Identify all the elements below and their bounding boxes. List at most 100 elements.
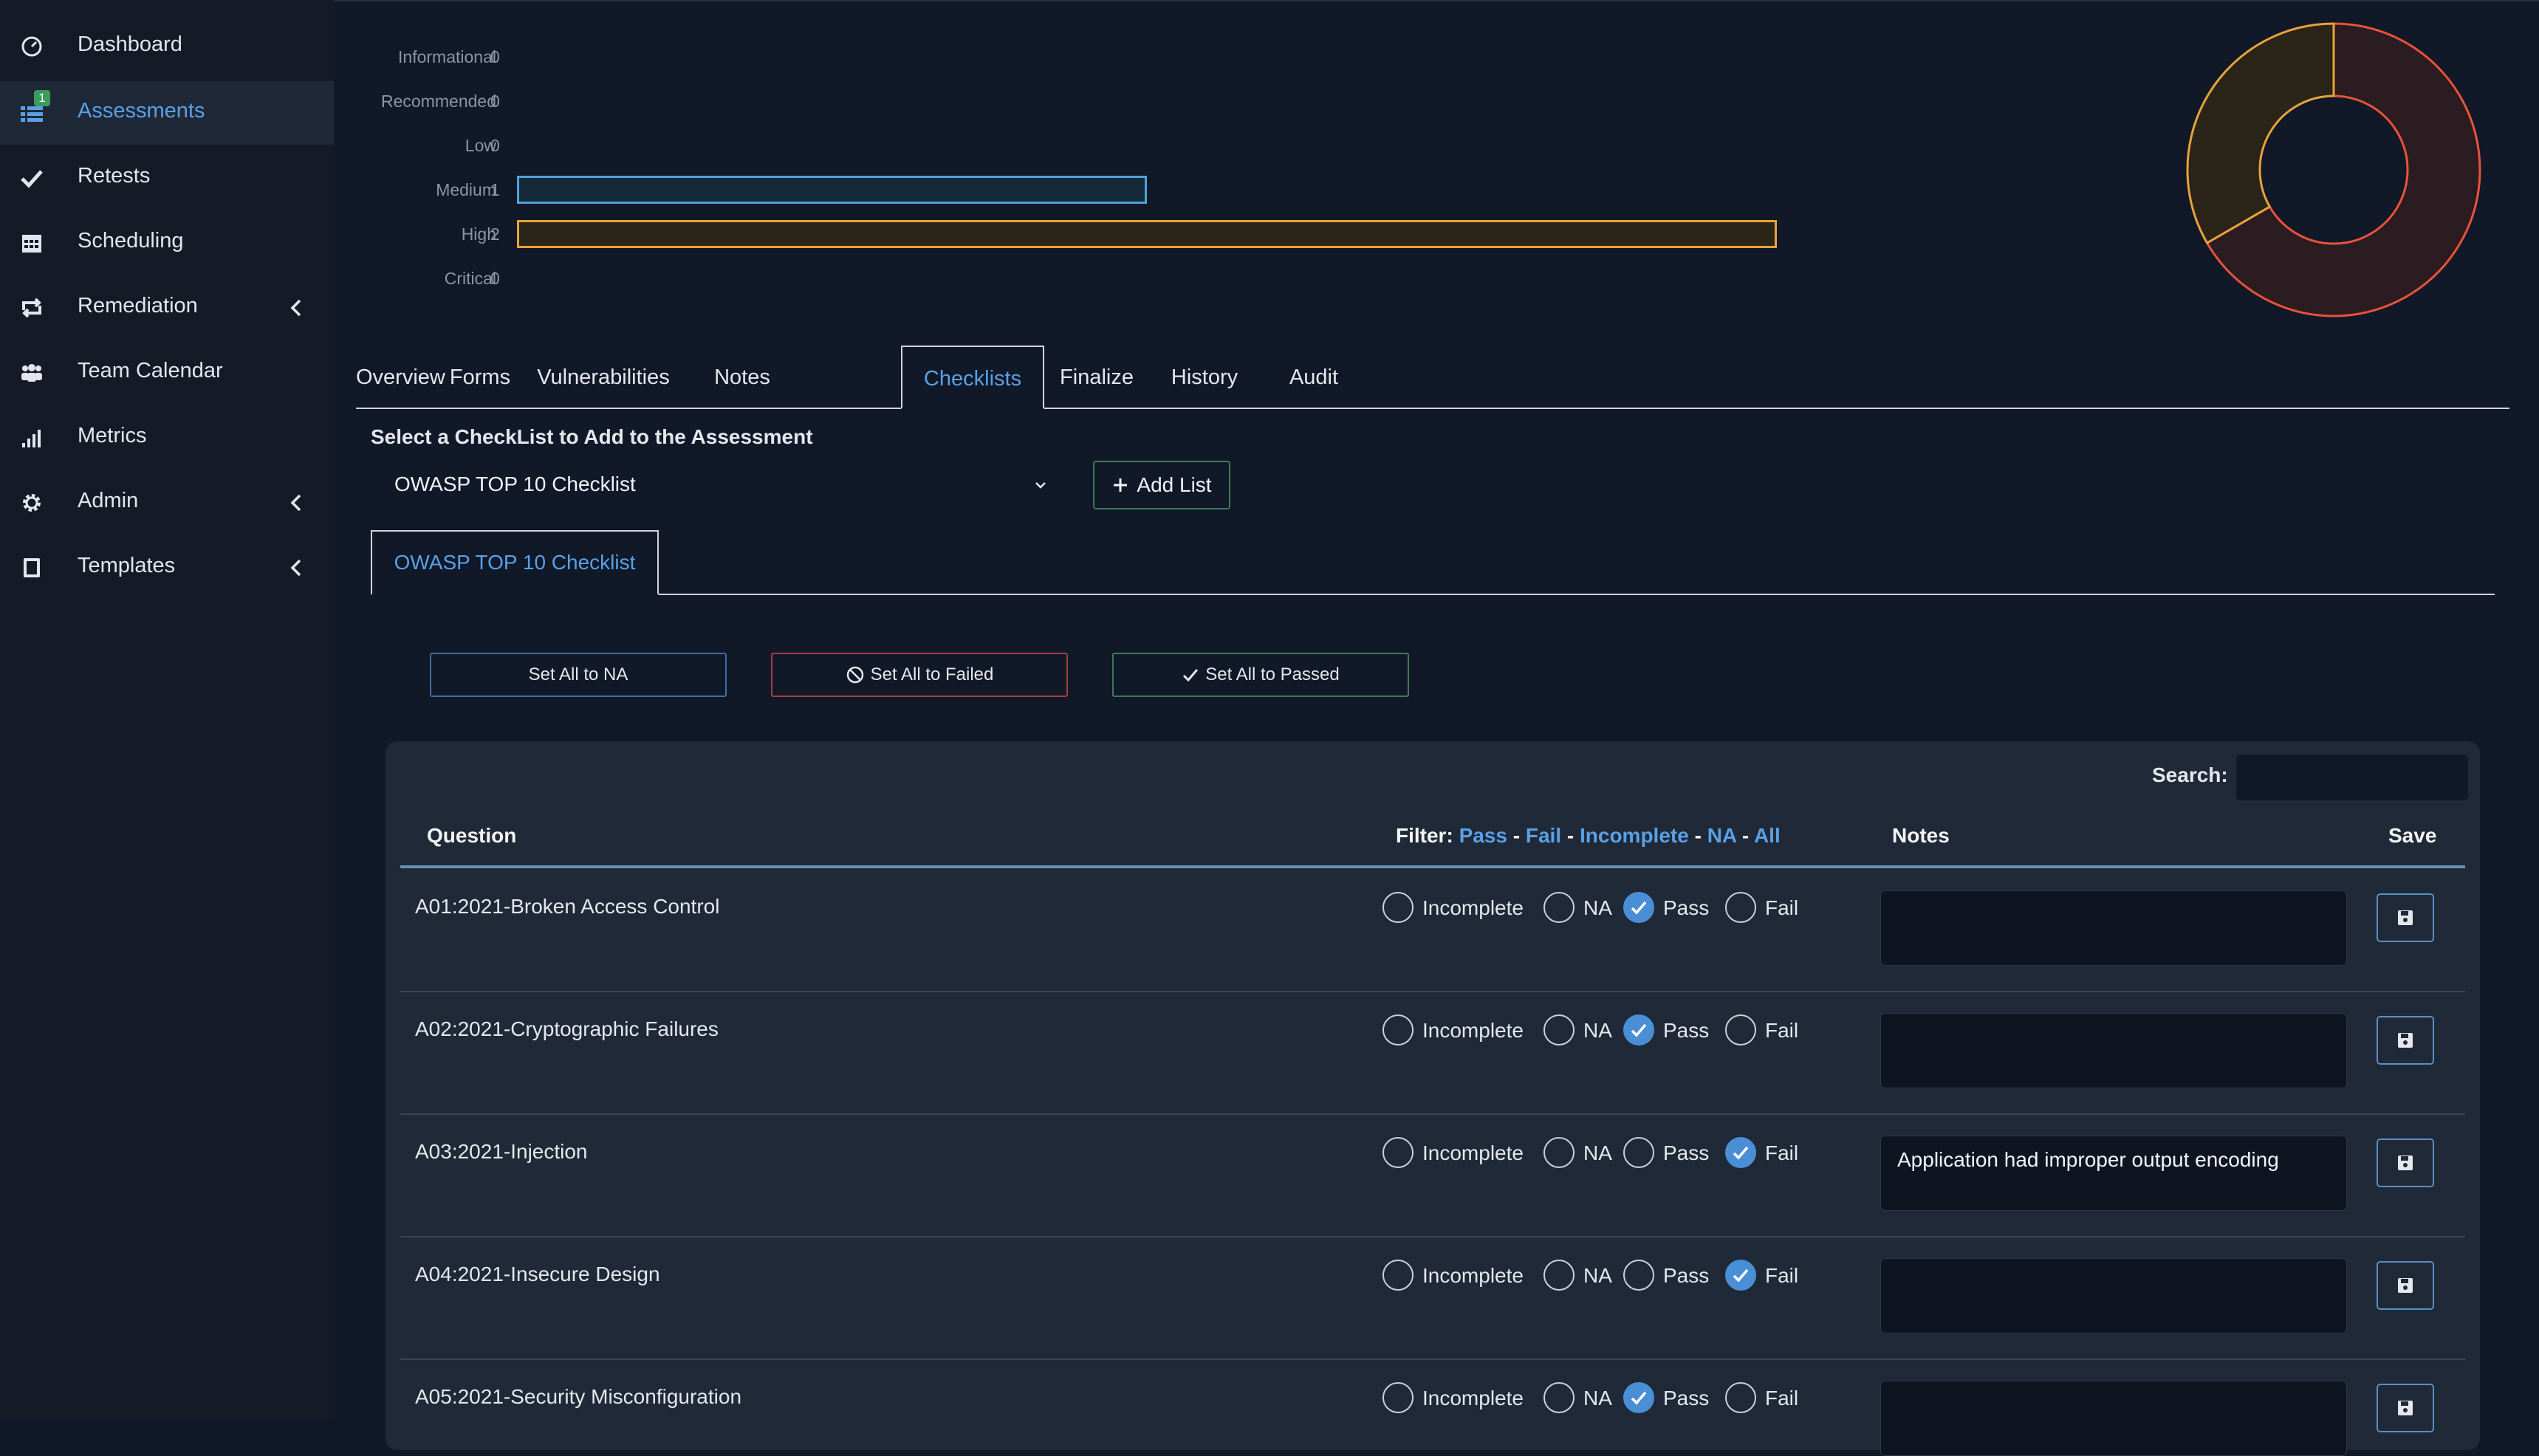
check-icon	[21, 170, 43, 188]
set-all-failed-button[interactable]: Set All to Failed	[771, 653, 1068, 697]
check-icon	[1733, 1146, 1749, 1160]
severity-bar-high	[517, 220, 1777, 248]
floppy-disk-icon	[2398, 1155, 2413, 1170]
save-button[interactable]	[2377, 1016, 2434, 1065]
severity-count: 0	[490, 269, 500, 288]
filter-all-link[interactable]: All	[1754, 824, 1781, 847]
radio-incomplete[interactable]	[1382, 892, 1414, 923]
sidebar-item-remediation[interactable]: Remediation	[0, 276, 334, 340]
chevron-down-icon	[1035, 482, 1046, 489]
top-border	[0, 0, 2539, 1]
check-icon	[1631, 901, 1647, 915]
save-button[interactable]	[2377, 1139, 2434, 1187]
tab-audit[interactable]: Audit	[1260, 346, 1368, 408]
severity-label: Recommended	[381, 92, 496, 111]
tab-notes[interactable]: Notes	[690, 346, 795, 408]
sidebar-item-templates[interactable]: Templates	[0, 536, 334, 600]
sidebar-item-admin[interactable]: Admin	[0, 471, 334, 535]
notes-textarea[interactable]	[1880, 1013, 2347, 1088]
set-all-na-label: Set All to NA	[528, 665, 628, 684]
sidebar-item-assessments[interactable]: 1 Assessments	[0, 81, 334, 145]
severity-label: Critical	[444, 269, 496, 288]
calendar-icon	[22, 235, 41, 253]
search-label: Search:	[2152, 763, 2228, 786]
sidebar-item-label: Team Calendar	[78, 359, 223, 382]
tab-owasp-checklist[interactable]: OWASP TOP 10 Checklist	[371, 530, 659, 595]
filter-fail-link[interactable]: Fail	[1526, 824, 1561, 847]
sidebar-item-metrics[interactable]: Metrics	[0, 406, 334, 470]
notification-badge: 1	[34, 90, 50, 106]
tab-overview[interactable]: Overview	[356, 346, 445, 408]
sidebar-item-label: Scheduling	[78, 229, 184, 253]
radio-incomplete[interactable]	[1382, 1014, 1414, 1045]
filter-na-link[interactable]: NA	[1707, 824, 1736, 847]
tab-vulnerabilities[interactable]: Vulnerabilities	[517, 346, 690, 408]
radio-pass[interactable]	[1623, 1137, 1654, 1168]
tab-history[interactable]: History	[1149, 346, 1260, 408]
filter-header: Filter: Pass - Fail - Incomplete - NA - …	[1396, 824, 1781, 847]
radio-pass[interactable]	[1623, 1014, 1654, 1045]
check-icon	[1183, 669, 1199, 682]
radio-label: Pass	[1663, 1387, 1710, 1409]
notes-textarea[interactable]	[1880, 890, 2347, 966]
search-input[interactable]	[2236, 755, 2468, 800]
radio-na[interactable]	[1543, 1382, 1575, 1413]
sidebar-item-dashboard[interactable]: Dashboard	[0, 15, 334, 78]
radio-pass[interactable]	[1623, 892, 1654, 923]
radio-fail[interactable]	[1725, 1382, 1756, 1413]
radio-incomplete[interactable]	[1382, 1382, 1414, 1413]
radio-na[interactable]	[1543, 892, 1575, 923]
assessment-tabs: Overview Forms Vulnerabilities Notes Che…	[356, 346, 2509, 409]
gear-icon	[23, 494, 41, 512]
sidebar-item-scheduling[interactable]: Scheduling	[0, 211, 334, 275]
radio-label: Pass	[1663, 896, 1710, 919]
sidebar-item-label: Dashboard	[78, 32, 182, 56]
radio-na[interactable]	[1543, 1260, 1575, 1291]
filter-pass-link[interactable]: Pass	[1459, 824, 1507, 847]
radio-label: Pass	[1663, 1141, 1710, 1164]
severity-count: 1	[490, 180, 500, 199]
radio-fail[interactable]	[1725, 892, 1756, 923]
set-all-passed-label: Set All to Passed	[1205, 665, 1340, 684]
users-icon	[21, 364, 42, 382]
radio-na[interactable]	[1543, 1014, 1575, 1045]
radio-na[interactable]	[1543, 1137, 1575, 1168]
check-icon	[1631, 1391, 1647, 1405]
severity-count: 0	[490, 47, 500, 66]
ban-icon	[846, 666, 863, 684]
sidebar-item-retests[interactable]: Retests	[0, 146, 334, 210]
signal-icon	[22, 430, 41, 447]
radio-label: Pass	[1663, 1019, 1710, 1042]
set-all-na-button[interactable]: Set All to NA	[430, 653, 727, 697]
radio-fail[interactable]	[1725, 1260, 1756, 1291]
severity-label: Medium	[436, 180, 496, 199]
tab-checklists[interactable]: Checklists	[901, 346, 1044, 409]
radio-label: NA	[1583, 1264, 1612, 1287]
save-button[interactable]	[2377, 893, 2434, 942]
question-text: A01:2021-Broken Access Control	[415, 895, 720, 918]
notes-textarea[interactable]	[1880, 1258, 2347, 1333]
tab-forms[interactable]: Forms	[443, 346, 517, 408]
radio-label: Incomplete	[1422, 1387, 1524, 1409]
checklist-select[interactable]: OWASP TOP 10 Checklist	[374, 459, 1068, 509]
radio-fail[interactable]	[1725, 1014, 1756, 1045]
radio-incomplete[interactable]	[1382, 1137, 1414, 1168]
filter-incomplete-link[interactable]: Incomplete	[1580, 824, 1689, 847]
chevron-left-icon	[290, 559, 301, 577]
radio-fail[interactable]	[1725, 1137, 1756, 1168]
tab-finalize[interactable]: Finalize	[1044, 346, 1149, 408]
sidebar-item-label: Metrics	[78, 424, 147, 447]
save-button[interactable]	[2377, 1261, 2434, 1310]
add-list-button[interactable]: Add List	[1093, 461, 1230, 509]
save-button[interactable]	[2377, 1384, 2434, 1432]
sidebar: Dashboard 1 Assessments Retests Scheduli…	[0, 0, 334, 1418]
radio-pass[interactable]	[1623, 1382, 1654, 1413]
sidebar-item-team-calendar[interactable]: Team Calendar	[0, 341, 334, 405]
notes-textarea[interactable]: Application had improper output encoding	[1880, 1136, 2347, 1211]
question-text: A02:2021-Cryptographic Failures	[415, 1017, 719, 1040]
set-all-passed-button[interactable]: Set All to Passed	[1112, 653, 1409, 697]
radio-pass[interactable]	[1623, 1260, 1654, 1291]
column-header-notes: Notes	[1892, 824, 1950, 847]
notes-textarea[interactable]	[1880, 1381, 2347, 1456]
radio-incomplete[interactable]	[1382, 1260, 1414, 1291]
